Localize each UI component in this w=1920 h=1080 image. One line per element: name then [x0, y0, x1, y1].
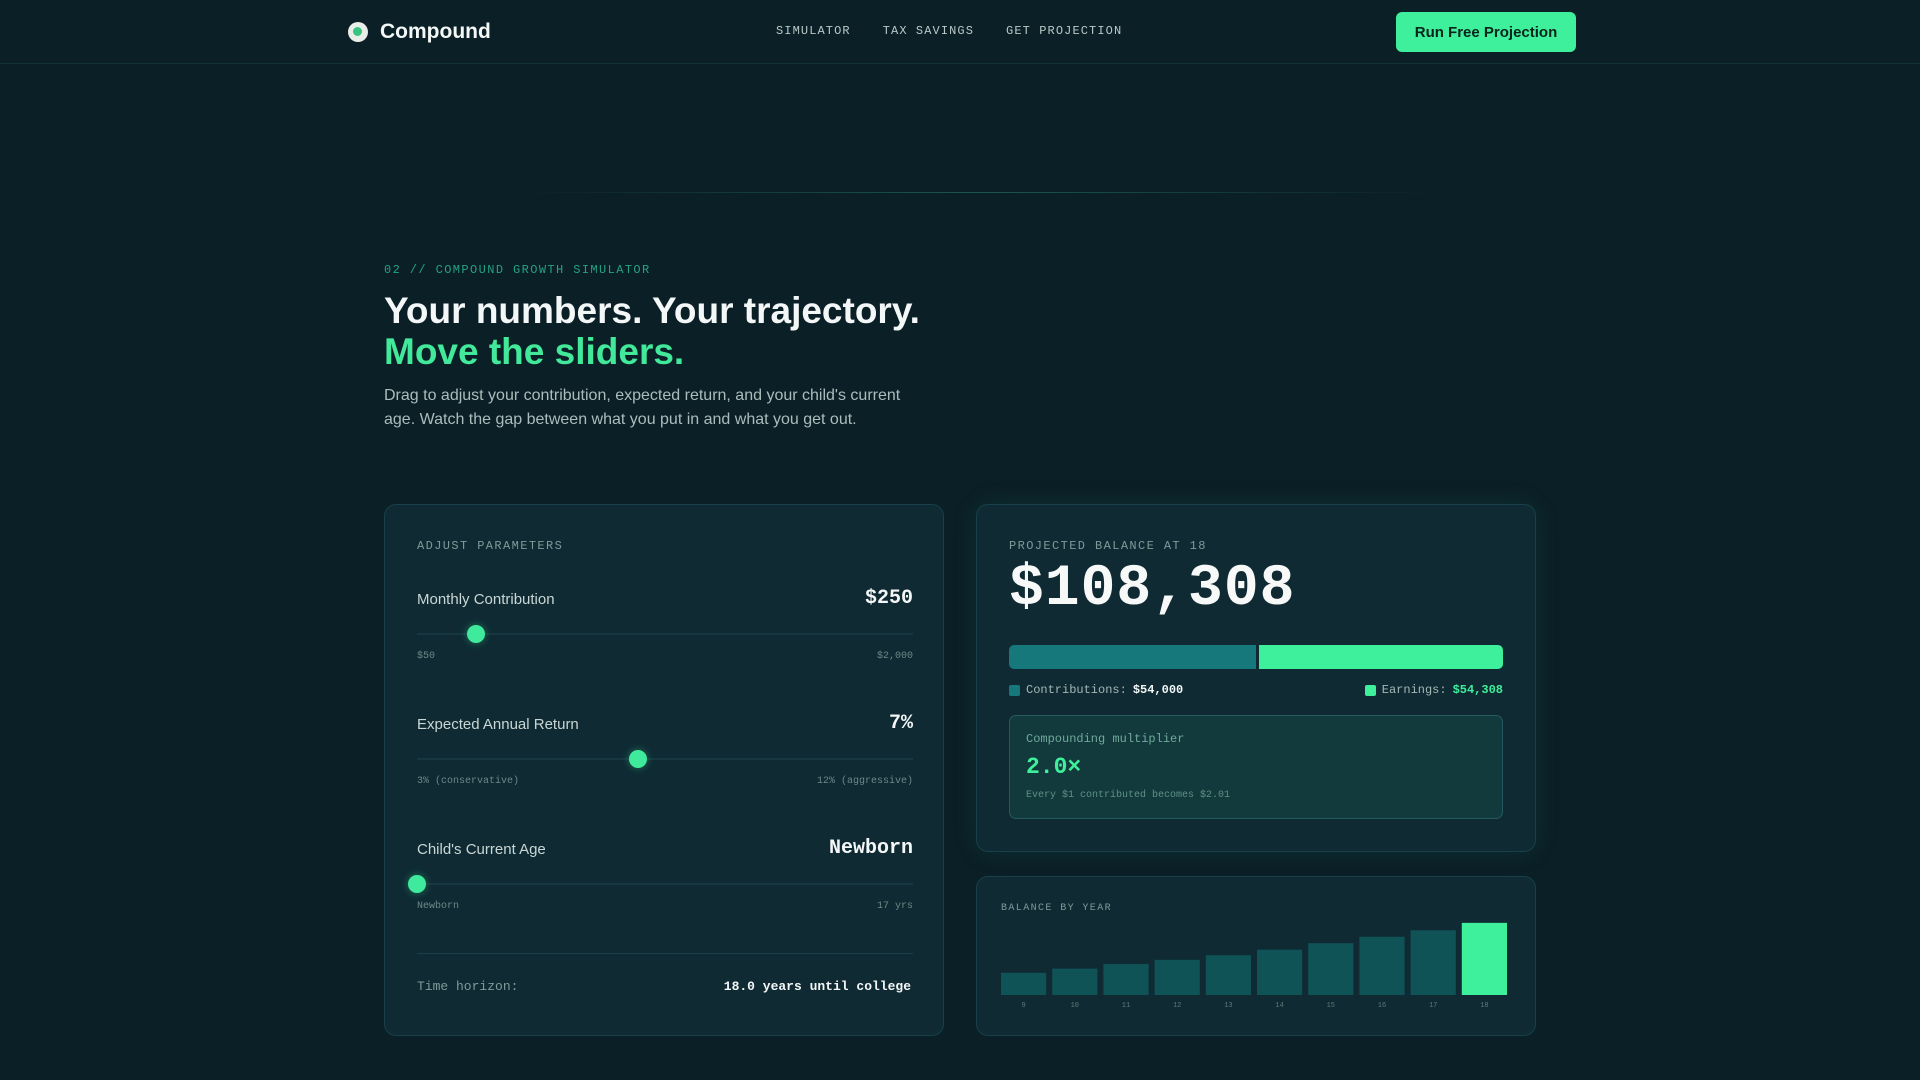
year-tick-15: 15	[1327, 1002, 1335, 1010]
contributions-legend-label: Contributions:	[1026, 683, 1127, 697]
year-tick-11: 11	[1122, 1002, 1130, 1010]
multiplier-note: Every $1 contributed becomes $2.01	[1026, 790, 1231, 801]
year-bar-11	[1103, 964, 1149, 995]
balance-by-year-card: BALANCE BY YEAR 9 10 11 12 13 14 15 16 17 18	[976, 876, 1536, 1036]
parameters-divider	[417, 953, 913, 954]
projected-balance-value: $108,308	[1009, 557, 1296, 622]
contributions-legend-value: $54,000	[1132, 683, 1184, 697]
time-horizon-label: Time horizon:	[417, 979, 519, 994]
annual-return-value: 7%	[888, 712, 913, 735]
child-age-value: Newborn	[828, 837, 913, 860]
year-bar-9	[1001, 972, 1047, 995]
brand-name: Compound	[380, 20, 491, 43]
year-bar-15	[1308, 943, 1354, 995]
year-tick-14: 14	[1275, 1002, 1283, 1010]
annual-return-label: Expected Annual Return	[417, 716, 579, 733]
annual-return-min: 3% (conservative)	[417, 776, 520, 787]
annual-return-max: 12% (aggressive)	[816, 776, 913, 787]
earnings-legend-label: Earnings:	[1381, 683, 1447, 697]
earnings-segment	[1259, 645, 1503, 669]
year-bar-16	[1359, 936, 1405, 995]
child-age-thumb[interactable]	[408, 875, 426, 893]
year-bar-10	[1052, 968, 1098, 995]
compound-logo-icon	[348, 22, 368, 42]
brand[interactable]: Compound	[348, 20, 491, 44]
monthly-contribution-value: $250	[864, 587, 913, 610]
headline-line-1: Your numbers. Your trajectory.	[384, 290, 920, 331]
page-title: Your numbers. Your trajectory. Move the …	[384, 290, 920, 372]
earnings-legend-value: $54,308	[1452, 683, 1503, 697]
projected-balance-label: PROJECTED BALANCE AT 18	[1009, 539, 1207, 553]
monthly-contribution-slider[interactable]	[417, 625, 913, 643]
monthly-contribution-label: Monthly Contribution	[417, 591, 555, 608]
monthly-contribution-max: $2,000	[876, 651, 913, 662]
year-bar-12	[1154, 959, 1200, 995]
nav-links: SIMULATOR TAX SAVINGS GET PROJECTION	[776, 24, 1122, 38]
earnings-swatch	[1364, 684, 1376, 696]
multiplier-label: Compounding multiplier	[1026, 732, 1185, 746]
nav-link-tax-savings[interactable]: TAX SAVINGS	[883, 24, 974, 38]
year-tick-10: 10	[1071, 1002, 1079, 1010]
year-bar-18	[1461, 922, 1507, 995]
child-age-slider[interactable]	[408, 875, 913, 893]
section-eyebrow: 02 // COMPOUND GROWTH SIMULATOR	[384, 263, 651, 277]
contributions-legend: Contributions: $54,000	[1009, 683, 1183, 697]
nav-link-get-projection[interactable]: GET PROJECTION	[1006, 24, 1122, 38]
year-tick-16: 16	[1378, 1002, 1386, 1010]
year-bar-13	[1205, 955, 1251, 995]
contributions-swatch	[1009, 684, 1020, 696]
top-nav: Compound SIMULATOR TAX SAVINGS GET PROJE…	[0, 0, 1920, 64]
child-age-label: Child's Current Age	[417, 841, 546, 858]
year-tick-18: 18	[1480, 1002, 1488, 1010]
child-age-max: 17 yrs	[876, 901, 913, 912]
year-tick-12: 12	[1173, 1002, 1181, 1010]
section-divider	[520, 192, 1440, 193]
annual-return-slider[interactable]	[417, 750, 913, 768]
run-free-projection-button[interactable]: Run Free Projection	[1396, 12, 1576, 52]
balance-by-year-chart: 9 10 11 12 13 14 15 16 17 18	[1001, 922, 1507, 1010]
year-bar-17	[1410, 930, 1456, 995]
projected-balance-card: PROJECTED BALANCE AT 18 $108,308 Contrib…	[976, 504, 1536, 852]
parameters-card: ADJUST PARAMETERS Monthly Contribution $…	[384, 504, 944, 1036]
monthly-contribution-min: $50	[417, 651, 436, 662]
time-horizon-value: 18.0 years until college	[723, 979, 911, 994]
headline-line-2: Move the sliders.	[384, 331, 685, 372]
nav-link-simulator[interactable]: SIMULATOR	[776, 24, 851, 38]
monthly-contribution-thumb[interactable]	[466, 625, 485, 643]
contribution-earnings-bar	[1009, 645, 1503, 669]
year-tick-17: 17	[1429, 1002, 1437, 1010]
contributions-segment	[1009, 645, 1256, 669]
year-tick-9: 9	[1021, 1002, 1025, 1010]
parameters-label: ADJUST PARAMETERS	[417, 539, 564, 553]
annual-return-thumb[interactable]	[628, 750, 647, 768]
multiplier-value: 2.0×	[1026, 754, 1082, 780]
child-age-min: Newborn	[417, 901, 460, 912]
year-tick-13: 13	[1224, 1002, 1232, 1010]
year-bar-14	[1257, 949, 1303, 995]
compounding-multiplier-box: Compounding multiplier 2.0× Every $1 con…	[1009, 715, 1503, 819]
intro-text: Drag to adjust your contribution, expect…	[384, 387, 901, 428]
earnings-legend: Earnings: $54,308	[1364, 683, 1503, 697]
